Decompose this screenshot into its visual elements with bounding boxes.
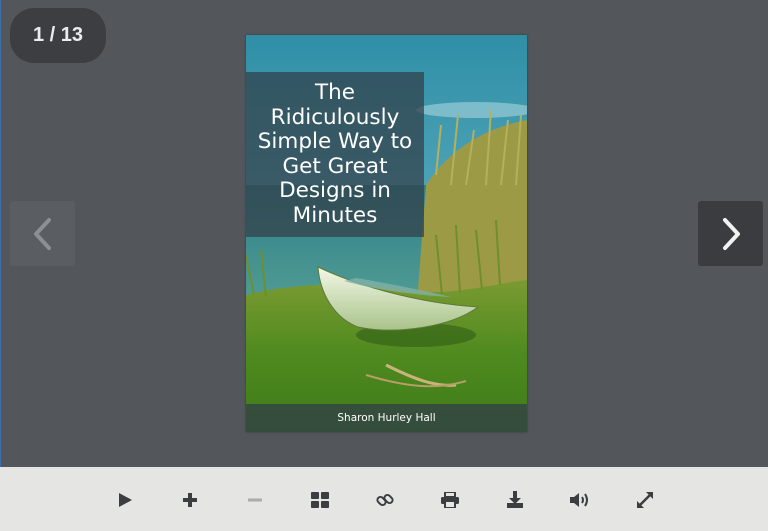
play-button[interactable] xyxy=(108,483,142,517)
book-title: The Ridiculously Simple Way to Get Great… xyxy=(257,80,413,228)
chevron-left-icon xyxy=(33,217,51,250)
bottom-toolbar xyxy=(0,467,768,531)
cover-title-panel: The Ridiculously Simple Way to Get Great… xyxy=(246,72,424,237)
thumbnails-icon xyxy=(311,492,329,508)
sound-icon xyxy=(570,493,588,507)
chevron-right-icon xyxy=(722,217,740,250)
download-button[interactable] xyxy=(498,483,532,517)
fullscreen-icon xyxy=(637,492,653,508)
zoom-out-button[interactable] xyxy=(238,483,272,517)
share-button[interactable] xyxy=(368,483,402,517)
next-page-button[interactable] xyxy=(698,201,763,266)
zoom-out-icon xyxy=(248,498,262,502)
book-cover-page[interactable]: The Ridiculously Simple Way to Get Great… xyxy=(246,35,527,432)
book-author: Sharon Hurley Hall xyxy=(337,412,436,424)
share-link-icon xyxy=(376,493,394,507)
author-bar: Sharon Hurley Hall xyxy=(246,404,527,432)
thumbnails-button[interactable] xyxy=(303,483,337,517)
zoom-in-button[interactable] xyxy=(173,483,207,517)
print-icon xyxy=(441,492,459,508)
download-icon xyxy=(507,491,523,508)
print-button[interactable] xyxy=(433,483,467,517)
flipbook-viewer: 1 / 13 The Ridiculously Simple Way to Ge… xyxy=(0,0,768,467)
previous-page-button[interactable] xyxy=(10,201,75,266)
fullscreen-button[interactable] xyxy=(628,483,662,517)
zoom-in-icon xyxy=(183,493,197,507)
page-counter: 1 / 13 xyxy=(10,8,106,63)
play-icon xyxy=(119,493,132,507)
sound-button[interactable] xyxy=(563,483,597,517)
